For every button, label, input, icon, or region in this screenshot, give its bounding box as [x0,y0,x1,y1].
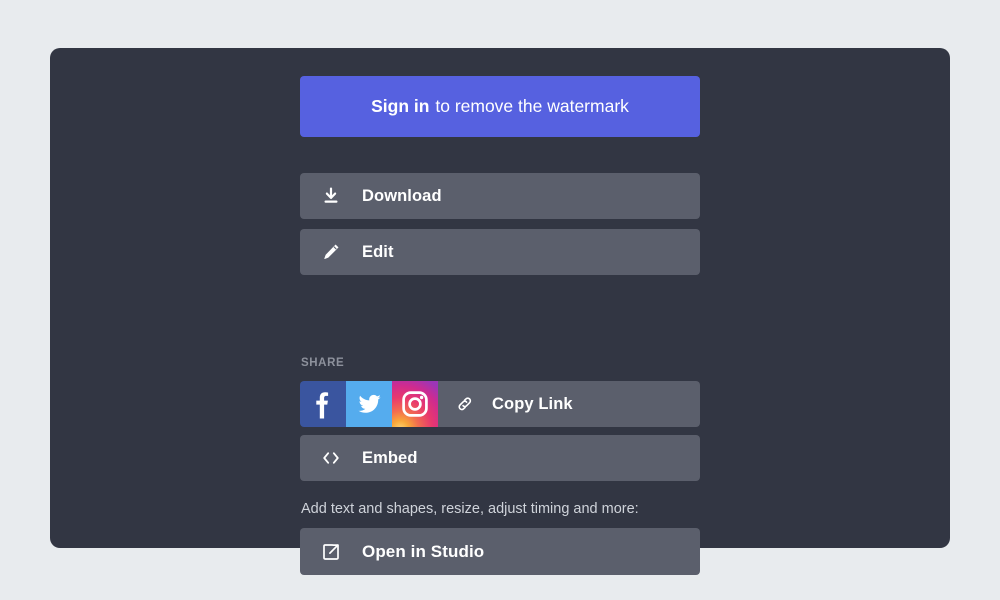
download-icon [300,186,362,206]
download-button[interactable]: Download [300,173,700,219]
sign-in-rest-text: to remove the watermark [435,96,629,116]
embed-button-label: Embed [362,448,418,467]
share-section-label: SHARE [301,357,345,369]
sign-in-button[interactable]: Sign in to remove the watermark [300,76,700,137]
external-link-icon [300,541,362,563]
studio-hint-text: Add text and shapes, resize, adjust timi… [301,501,639,517]
share-panel: Sign in to remove the watermark Download [50,48,950,575]
panel-content: Sign in to remove the watermark Download [300,48,700,575]
sign-in-strong-text: Sign in [371,96,430,116]
copy-link-button-label: Copy Link [492,394,573,413]
facebook-share-button[interactable] [300,381,346,427]
copy-link-button[interactable]: Copy Link [438,381,700,427]
pencil-icon [300,242,362,262]
share-buttons-row: Copy Link [300,381,700,427]
twitter-icon [355,390,383,418]
edit-button[interactable]: Edit [300,229,700,275]
code-brackets-icon [300,448,362,468]
edit-button-label: Edit [362,242,394,261]
embed-button[interactable]: Embed [300,435,700,481]
twitter-share-button[interactable] [346,381,392,427]
link-icon [438,393,492,415]
instagram-share-button[interactable] [392,381,438,427]
open-in-studio-button[interactable]: Open in Studio [300,528,700,575]
facebook-icon [308,389,338,419]
open-in-studio-button-label: Open in Studio [362,541,485,561]
download-button-label: Download [362,186,442,205]
instagram-icon [400,389,430,419]
